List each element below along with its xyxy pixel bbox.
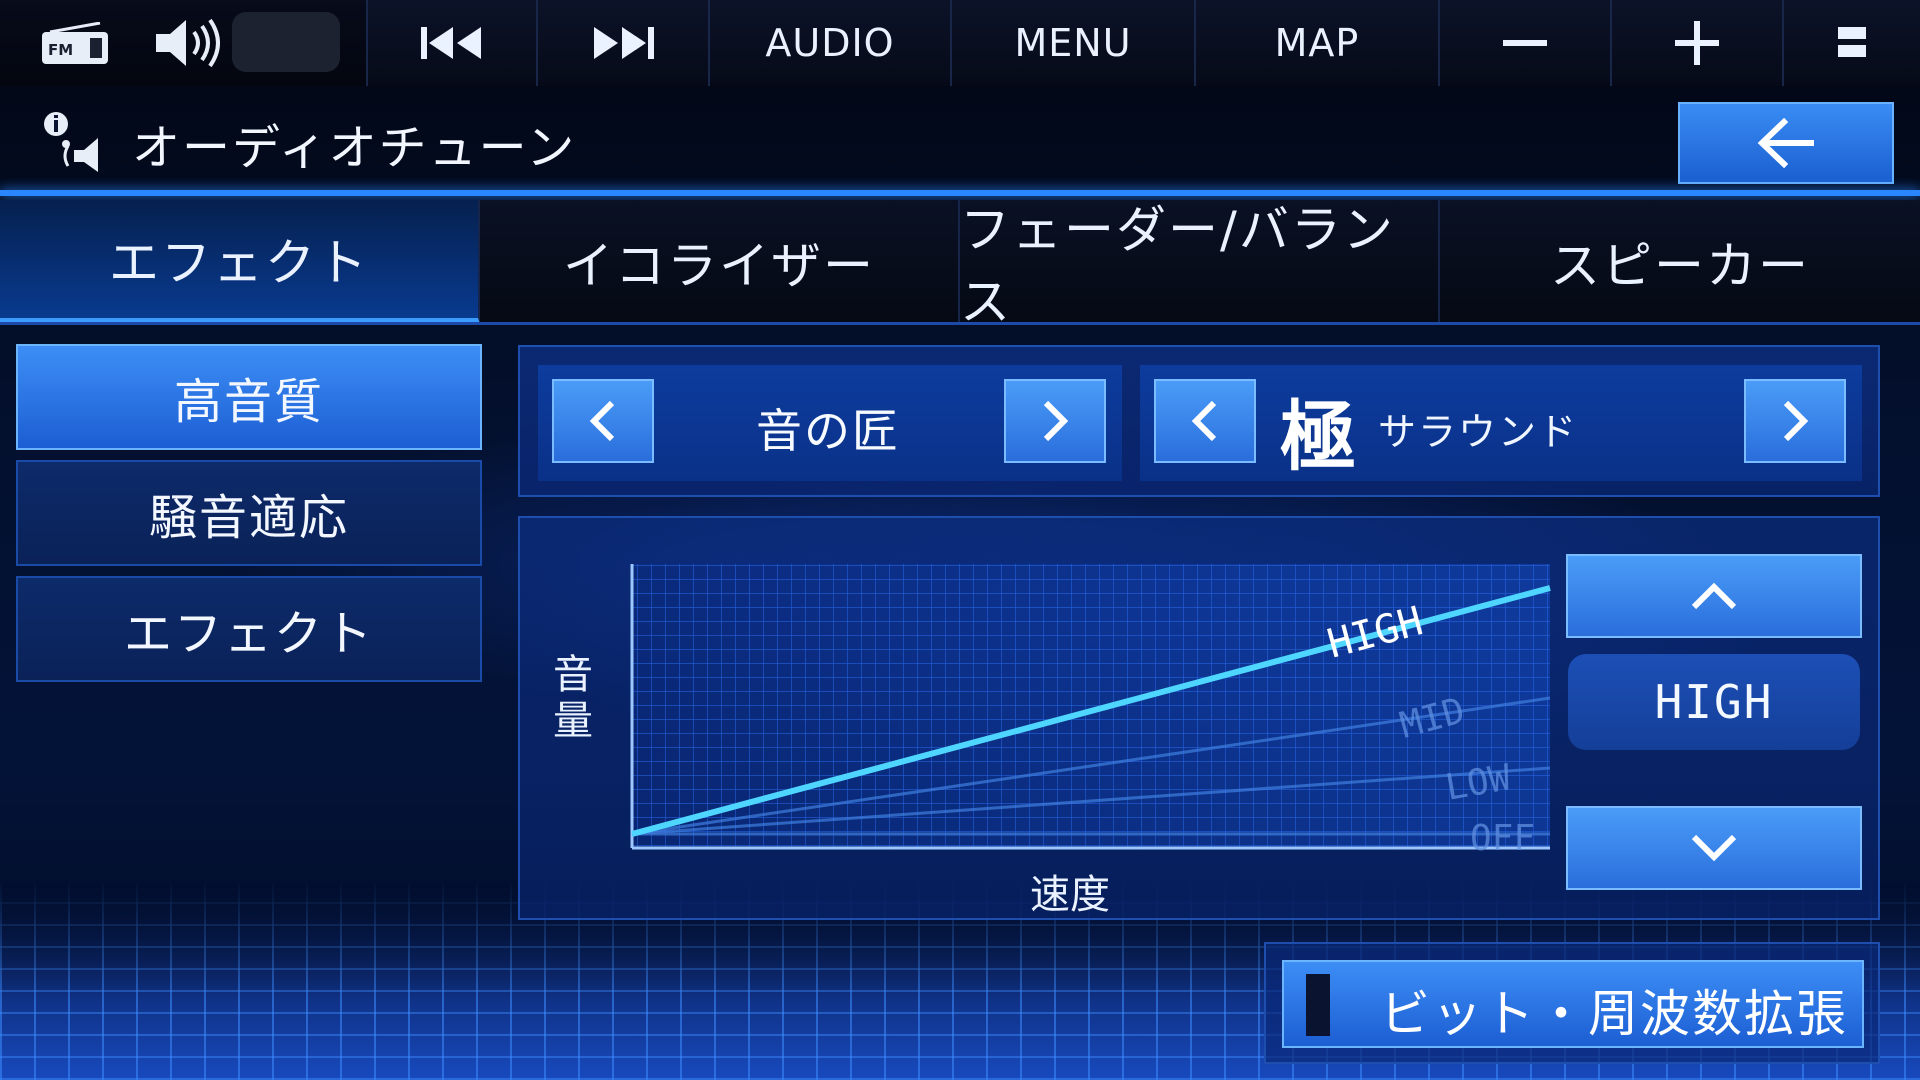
surround-next-button[interactable] bbox=[1744, 379, 1846, 463]
chevron-right-icon bbox=[1783, 400, 1809, 442]
toggle-indicator bbox=[1306, 974, 1330, 1036]
level-value: HIGH bbox=[1568, 654, 1860, 750]
chevron-right-icon bbox=[1043, 400, 1069, 442]
arrow-left-icon bbox=[1757, 118, 1814, 168]
minus-icon bbox=[1503, 40, 1547, 46]
level-up-button[interactable] bbox=[1566, 554, 1862, 638]
prev-track-button[interactable] bbox=[368, 0, 538, 86]
menu-item-effect[interactable]: エフェクト bbox=[16, 576, 482, 682]
skip-back-icon bbox=[421, 27, 481, 59]
surround-mark: 極 bbox=[1280, 392, 1356, 481]
bit-expansion-label: ビット・周波数拡張 bbox=[1380, 985, 1848, 1043]
bit-expansion-toggle[interactable]: ビット・周波数拡張 bbox=[1282, 960, 1864, 1048]
menu-button[interactable]: MENU bbox=[952, 0, 1196, 86]
title-bar: オーディオチューン bbox=[0, 86, 1920, 194]
menu-item-high-quality[interactable]: 高音質 bbox=[16, 344, 482, 450]
status-indicator bbox=[232, 12, 340, 72]
level-down-button[interactable] bbox=[1566, 806, 1862, 890]
tab-bar: エフェクト イコライザー フェーダー/バランス スピーカー bbox=[0, 200, 1920, 331]
fm-radio-icon[interactable]: FM bbox=[40, 22, 112, 66]
status-area: FM bbox=[0, 0, 368, 86]
screen-mode-button[interactable] bbox=[1784, 0, 1920, 86]
volume-down-button[interactable] bbox=[1440, 0, 1612, 86]
chevron-left-icon bbox=[589, 400, 615, 442]
next-track-button[interactable] bbox=[538, 0, 710, 86]
audio-button[interactable]: AUDIO bbox=[710, 0, 952, 86]
preset-prev-button[interactable] bbox=[552, 379, 654, 463]
surround-label: サラウンド bbox=[1378, 410, 1579, 454]
fm-badge-text: FM bbox=[48, 41, 73, 59]
chevron-left-icon bbox=[1191, 400, 1217, 442]
chevron-down-icon bbox=[1691, 834, 1737, 862]
page-title: オーディオチューン bbox=[132, 120, 577, 176]
surround-selector: 極 サラウンド bbox=[1140, 365, 1862, 481]
level-control: HIGH bbox=[1566, 536, 1862, 902]
graph-y-label: 音量 bbox=[553, 652, 593, 744]
menu-item-noise-adaptive[interactable]: 騒音適応 bbox=[16, 460, 482, 566]
top-bar: FM AUDIO MENU MAP bbox=[0, 0, 1920, 86]
volume-up-button[interactable] bbox=[1612, 0, 1784, 86]
surround-prev-button[interactable] bbox=[1154, 379, 1256, 463]
preset-selector: 音の匠 bbox=[538, 365, 1122, 481]
tab-divider bbox=[0, 322, 1920, 325]
back-button[interactable] bbox=[1678, 102, 1894, 184]
preset-next-button[interactable] bbox=[1004, 379, 1106, 463]
tab-fader-balance[interactable]: フェーダー/バランス bbox=[960, 200, 1440, 331]
audio-tune-icon bbox=[44, 112, 98, 172]
plus-icon bbox=[1675, 21, 1719, 65]
chevron-up-icon bbox=[1691, 582, 1737, 610]
graph-x-label: 速度 bbox=[1030, 872, 1110, 918]
layout-icon bbox=[1838, 27, 1866, 57]
skip-forward-icon bbox=[594, 27, 654, 59]
preset-selector-panel: 音の匠 極 サラウンド bbox=[518, 345, 1880, 497]
tab-equalizer[interactable]: イコライザー bbox=[480, 200, 960, 324]
volume-speed-graph-panel: HIGH MID LOW OFF 音量 速度 HIGH bbox=[518, 516, 1880, 920]
tab-speaker[interactable]: スピーカー bbox=[1440, 200, 1920, 324]
tab-effect[interactable]: エフェクト bbox=[0, 200, 480, 324]
curve-off-label: OFF bbox=[1470, 818, 1535, 859]
map-button[interactable]: MAP bbox=[1196, 0, 1440, 86]
preset-value: 音の匠 bbox=[756, 404, 900, 458]
volume-icon[interactable] bbox=[152, 16, 222, 70]
volume-speed-graph: HIGH MID LOW OFF bbox=[630, 564, 1551, 859]
bit-expansion-panel: ビット・周波数拡張 bbox=[1264, 942, 1880, 1064]
